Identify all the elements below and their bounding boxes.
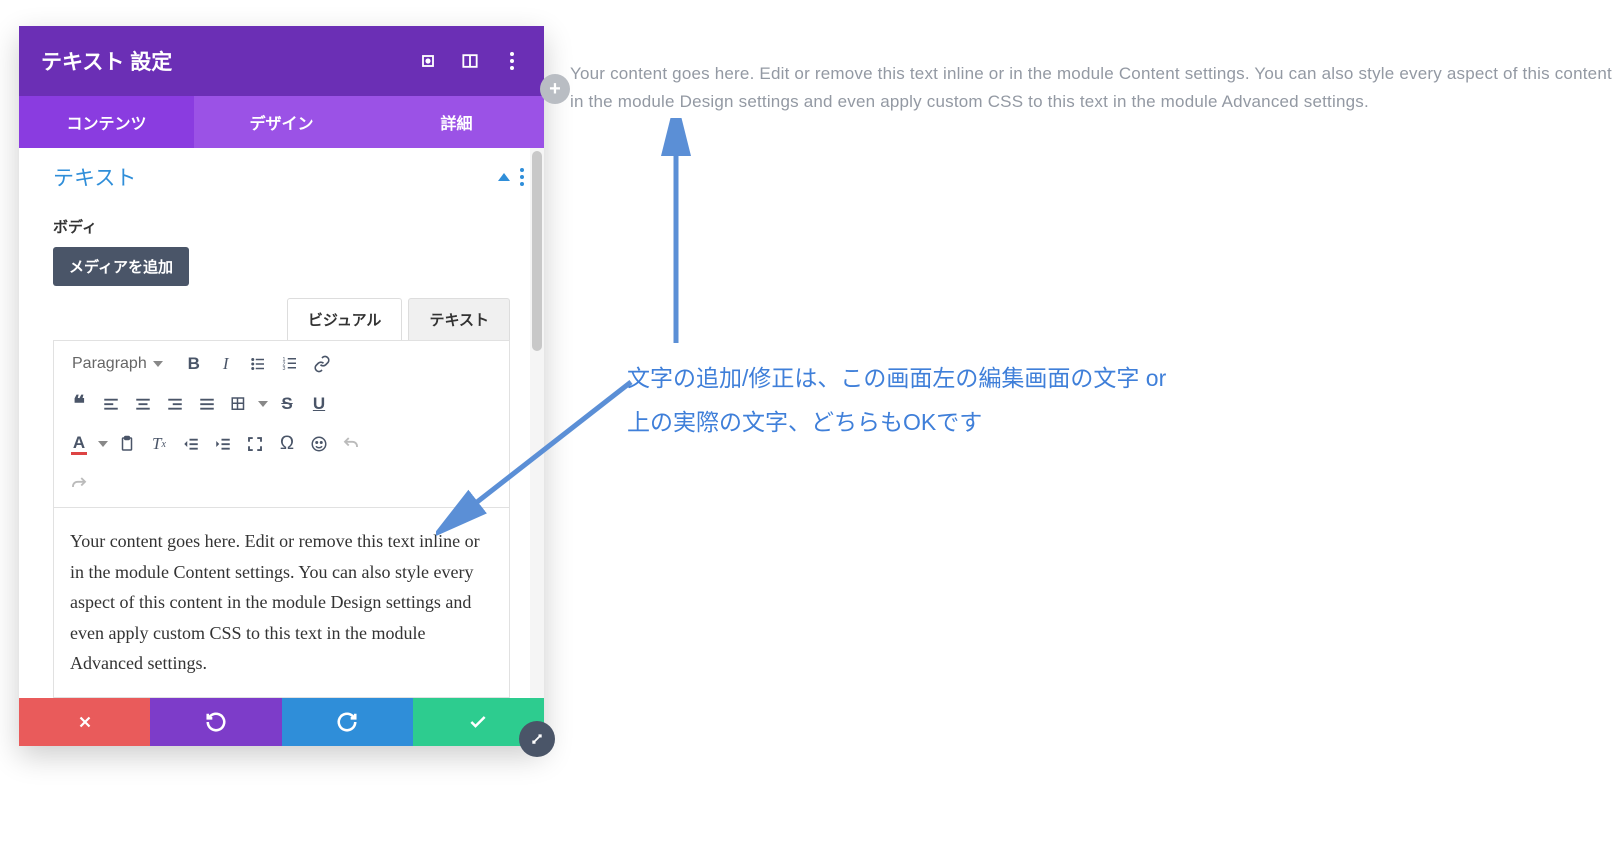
add-media-button[interactable]: メディアを追加 [53, 247, 189, 286]
chevron-down-icon [153, 361, 163, 367]
number-list-icon[interactable]: 123 [275, 349, 305, 379]
tab-design[interactable]: デザイン [194, 96, 369, 148]
link-icon[interactable] [307, 349, 337, 379]
panel-tabs: コンテンツ デザイン 詳細 [19, 96, 544, 148]
tab-advanced[interactable]: 詳細 [369, 96, 544, 148]
table-chevron-icon[interactable] [256, 389, 270, 419]
section-title[interactable]: テキスト [53, 162, 136, 192]
fullscreen-icon[interactable] [240, 429, 270, 459]
body-label: ボディ [19, 200, 544, 247]
format-dropdown[interactable]: Paragraph [64, 351, 171, 377]
redo-icon [336, 711, 358, 733]
italic-icon[interactable]: I [211, 349, 241, 379]
annotation-line2: 上の実際の文字、どちらもOKです [627, 401, 1166, 445]
annotation-line1: 文字の追加/修正は、この画面左の編集画面の文字 or [627, 357, 1166, 401]
check-icon [468, 712, 488, 732]
columns-icon[interactable] [460, 51, 480, 71]
align-justify-icon[interactable] [192, 389, 222, 419]
bullet-list-icon[interactable] [243, 349, 273, 379]
header-icons [418, 51, 522, 71]
resize-icon [528, 730, 546, 748]
svg-text:3: 3 [282, 366, 285, 372]
align-right-icon[interactable] [160, 389, 190, 419]
editor-redo-icon[interactable] [64, 469, 94, 499]
text-color-chevron-icon[interactable] [96, 429, 110, 459]
preview-text[interactable]: Your content goes here. Edit or remove t… [570, 60, 1623, 116]
tab-content[interactable]: コンテンツ [19, 96, 194, 148]
editor-mode-tabs: ビジュアル テキスト [19, 298, 544, 340]
resize-handle[interactable] [519, 721, 555, 757]
paste-icon[interactable] [112, 429, 142, 459]
close-button[interactable] [19, 698, 150, 746]
underline-icon[interactable]: U [304, 389, 334, 419]
special-char-icon[interactable]: Ω [272, 429, 302, 459]
redo-button[interactable] [282, 698, 413, 746]
undo-icon [205, 711, 227, 733]
more-icon[interactable] [502, 51, 522, 71]
align-center-icon[interactable] [128, 389, 158, 419]
editor-tab-text[interactable]: テキスト [408, 298, 510, 340]
collapse-icon[interactable] [498, 173, 510, 181]
close-icon [76, 713, 94, 731]
editor-tab-visual[interactable]: ビジュアル [287, 298, 403, 340]
plus-icon: + [549, 78, 561, 101]
snap-icon[interactable] [418, 51, 438, 71]
scrollbar-thumb[interactable] [532, 151, 542, 351]
annotation-arrow-up [656, 118, 696, 348]
add-module-button[interactable]: + [540, 74, 570, 104]
text-color-icon[interactable]: A [64, 429, 94, 459]
emoji-icon[interactable] [304, 429, 334, 459]
panel-footer [19, 698, 544, 746]
annotation-arrow-diag [436, 342, 646, 542]
editor-undo-icon[interactable] [336, 429, 366, 459]
quote-icon[interactable]: ❝ [64, 389, 94, 419]
annotation-text: 文字の追加/修正は、この画面左の編集画面の文字 or 上の実際の文字、どちらもO… [627, 357, 1166, 444]
align-left-icon[interactable] [96, 389, 126, 419]
strikethrough-icon[interactable]: S [272, 389, 302, 419]
outdent-icon[interactable] [176, 429, 206, 459]
format-dropdown-label: Paragraph [72, 355, 147, 373]
panel-header: テキスト 設定 [19, 26, 544, 96]
section-more-icon[interactable] [520, 168, 524, 186]
indent-icon[interactable] [208, 429, 238, 459]
panel-title: テキスト 設定 [41, 46, 172, 76]
table-icon[interactable] [224, 389, 254, 419]
undo-button[interactable] [150, 698, 281, 746]
clear-format-icon[interactable]: Tx [144, 429, 174, 459]
bold-icon[interactable]: B [179, 349, 209, 379]
section-header: テキスト [19, 148, 544, 200]
